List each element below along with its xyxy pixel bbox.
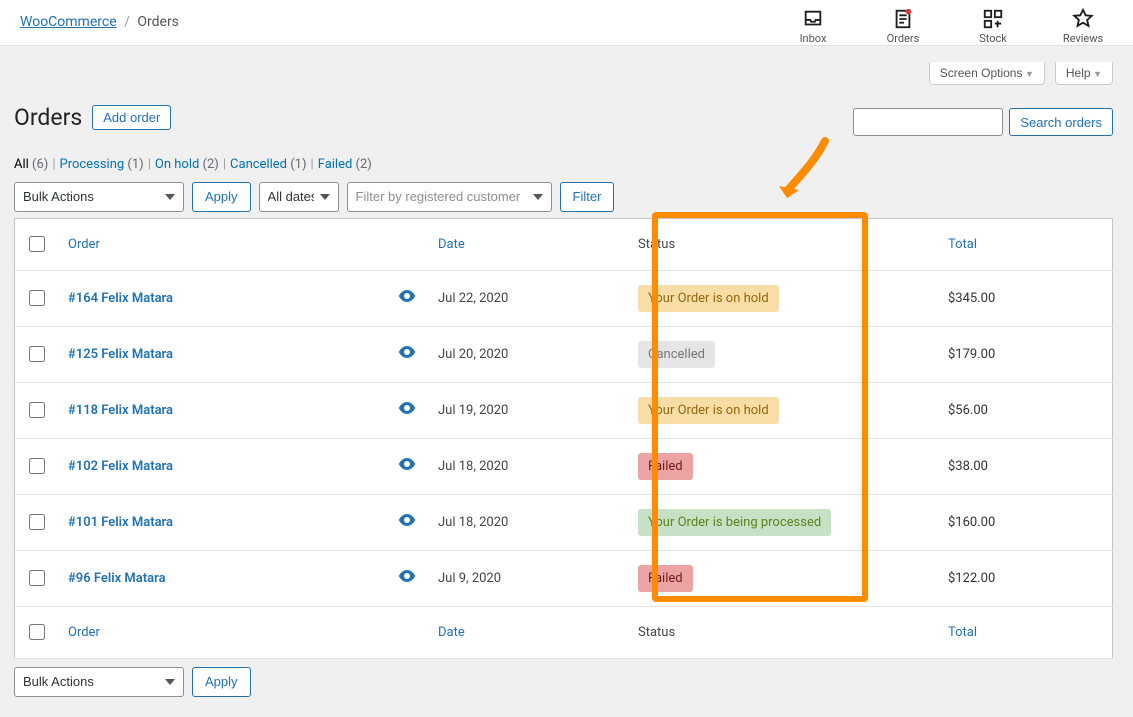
- row-checkbox[interactable]: [29, 514, 45, 530]
- order-total: $122.00: [938, 550, 1113, 606]
- top-icon-label: Reviews: [1053, 32, 1113, 45]
- preview-eye-icon[interactable]: [398, 515, 416, 530]
- search-input[interactable]: [853, 108, 1003, 136]
- table-row[interactable]: #102 Felix Matara Jul 18, 2020 Failed $38.0…: [15, 438, 1113, 494]
- status-filter-processing[interactable]: Processing (1): [60, 157, 144, 172]
- col-footer-order[interactable]: Order: [58, 606, 428, 658]
- breadcrumb: WooCommerce / Orders: [20, 8, 179, 30]
- breadcrumb-root[interactable]: WooCommerce: [20, 14, 117, 30]
- top-icon-inbox[interactable]: Inbox: [783, 8, 843, 45]
- table-header-row: Order Date Status Total: [15, 218, 1113, 270]
- order-total: $56.00: [938, 382, 1113, 438]
- tablenav-top: Bulk Actions Apply All dates Filter by r…: [14, 182, 1113, 212]
- apply-button-top[interactable]: Apply: [192, 182, 251, 212]
- top-icon-label: Orders: [873, 32, 933, 45]
- top-icon-label: Stock: [963, 32, 1023, 45]
- order-date: Jul 9, 2020: [428, 550, 628, 606]
- order-link[interactable]: #125 Felix Matara: [68, 347, 173, 362]
- bulk-actions-select[interactable]: Bulk Actions: [14, 182, 184, 212]
- select-all-checkbox-bottom[interactable]: [29, 624, 45, 640]
- tablenav-bottom: Bulk Actions Apply: [14, 667, 1113, 697]
- order-total: $345.00: [938, 270, 1113, 326]
- add-order-button[interactable]: Add order: [92, 105, 171, 130]
- status-badge: Your Order is on hold: [638, 397, 779, 424]
- topbar: WooCommerce / Orders Inbox Orders Stock …: [0, 0, 1133, 46]
- row-checkbox[interactable]: [29, 458, 45, 474]
- table-row[interactable]: #164 Felix Matara Jul 22, 2020 Your Order …: [15, 270, 1113, 326]
- order-total: $160.00: [938, 494, 1113, 550]
- order-date: Jul 18, 2020: [428, 494, 628, 550]
- order-total: $179.00: [938, 326, 1113, 382]
- order-link[interactable]: #118 Felix Matara: [68, 403, 173, 418]
- row-checkbox[interactable]: [29, 402, 45, 418]
- status-badge: Failed: [638, 565, 693, 592]
- status-badge: Your Order is being processed: [638, 509, 831, 536]
- page-title: Orders: [14, 104, 82, 131]
- preview-eye-icon[interactable]: [398, 459, 416, 474]
- status-badge: Cancelled: [638, 341, 715, 368]
- col-footer-date[interactable]: Date: [428, 606, 628, 658]
- screen-meta: Screen Options Help: [14, 56, 1113, 85]
- top-icon-reviews[interactable]: Reviews: [1053, 8, 1113, 45]
- order-link[interactable]: #96 Felix Matara: [68, 571, 166, 586]
- apply-button-bottom[interactable]: Apply: [192, 667, 251, 697]
- order-total: $38.00: [938, 438, 1113, 494]
- top-icon-label: Inbox: [783, 32, 843, 45]
- table-row[interactable]: #96 Felix Matara Jul 9, 2020 Failed $122.00: [15, 550, 1113, 606]
- top-icon-stock[interactable]: Stock: [963, 8, 1023, 45]
- preview-eye-icon[interactable]: [398, 291, 416, 306]
- bulk-actions-select-bottom[interactable]: Bulk Actions: [14, 667, 184, 697]
- order-link[interactable]: #102 Felix Matara: [68, 459, 173, 474]
- status-filter-all[interactable]: All (6): [14, 157, 48, 172]
- col-footer-total[interactable]: Total: [938, 606, 1113, 658]
- reviews-icon: [1072, 8, 1094, 30]
- status-badge: Your Order is on hold: [638, 285, 779, 312]
- col-header-order[interactable]: Order: [58, 218, 428, 270]
- search-orders-button[interactable]: Search orders: [1009, 108, 1113, 136]
- preview-eye-icon[interactable]: [398, 571, 416, 586]
- table-row[interactable]: #118 Felix Matara Jul 19, 2020 Your Order …: [15, 382, 1113, 438]
- col-header-status: Status: [628, 218, 938, 270]
- row-checkbox[interactable]: [29, 570, 45, 586]
- select-all-checkbox-top[interactable]: [29, 236, 45, 252]
- preview-eye-icon[interactable]: [398, 347, 416, 362]
- search-row: Search orders: [853, 108, 1113, 136]
- preview-eye-icon[interactable]: [398, 403, 416, 418]
- col-header-total[interactable]: Total: [938, 218, 1113, 270]
- stock-icon: [982, 8, 1004, 30]
- order-date: Jul 20, 2020: [428, 326, 628, 382]
- status-badge: Failed: [638, 453, 693, 480]
- order-link[interactable]: #164 Felix Matara: [68, 291, 173, 306]
- status-filter-failed[interactable]: Failed (2): [318, 157, 372, 172]
- status-filter-on-hold[interactable]: On hold (2): [155, 157, 219, 172]
- col-footer-status: Status: [628, 606, 938, 658]
- help-button[interactable]: Help: [1055, 62, 1113, 85]
- order-link[interactable]: #101 Felix Matara: [68, 515, 173, 530]
- dates-select[interactable]: All dates: [259, 182, 339, 212]
- order-date: Jul 22, 2020: [428, 270, 628, 326]
- row-checkbox[interactable]: [29, 346, 45, 362]
- filter-button[interactable]: Filter: [560, 182, 615, 212]
- table-row[interactable]: #125 Felix Matara Jul 20, 2020 Cancelled $1…: [15, 326, 1113, 382]
- status-filter-cancelled[interactable]: Cancelled (1): [230, 157, 307, 172]
- breadcrumb-current: Orders: [137, 14, 179, 30]
- row-checkbox[interactable]: [29, 290, 45, 306]
- order-date: Jul 19, 2020: [428, 382, 628, 438]
- orders-table: Order Date Status Total #164 Felix Matar…: [14, 218, 1113, 659]
- table-row[interactable]: #101 Felix Matara Jul 18, 2020 Your Order …: [15, 494, 1113, 550]
- inbox-icon: [802, 8, 824, 30]
- col-header-date[interactable]: Date: [428, 218, 628, 270]
- orders-icon: [892, 8, 914, 30]
- top-icons: Inbox Orders Stock Reviews: [783, 8, 1113, 45]
- table-footer-row: Order Date Status Total: [15, 606, 1113, 658]
- order-date: Jul 18, 2020: [428, 438, 628, 494]
- top-icon-orders[interactable]: Orders: [873, 8, 933, 45]
- customer-filter-select[interactable]: Filter by registered customer: [347, 182, 552, 212]
- screen-options-button[interactable]: Screen Options: [929, 62, 1045, 85]
- status-filters: All (6)|Processing (1)|On hold (2)|Cance…: [14, 157, 1113, 172]
